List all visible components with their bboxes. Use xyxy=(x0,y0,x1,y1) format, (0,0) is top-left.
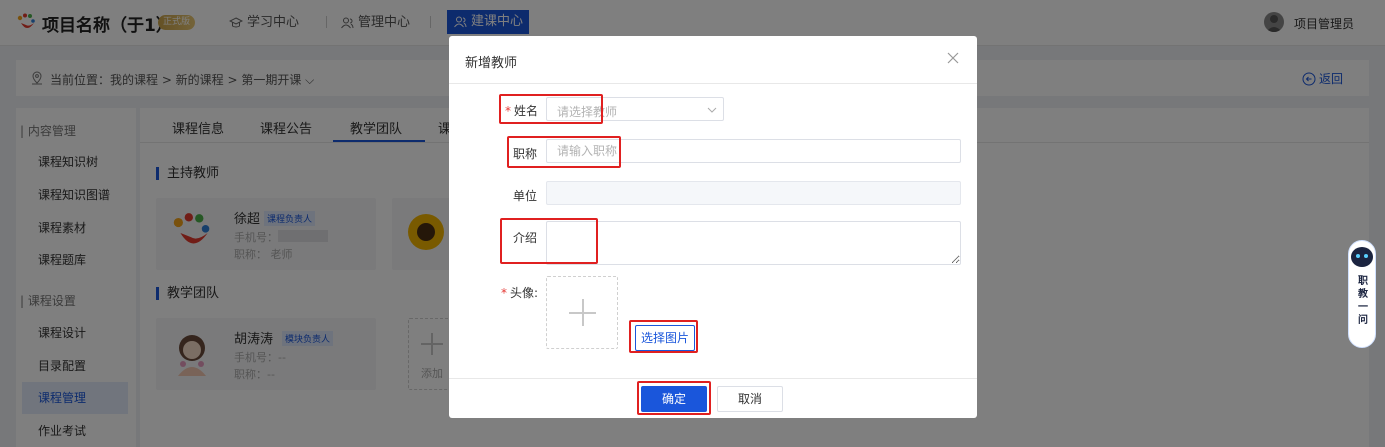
close-icon[interactable] xyxy=(947,52,959,64)
plus-icon-vertical xyxy=(582,299,584,326)
dialog-header-divider xyxy=(449,83,977,84)
intro-label: 介绍 xyxy=(513,231,538,245)
confirm-button[interactable]: 确定 xyxy=(641,386,707,412)
select-image-button[interactable]: 选择图片 xyxy=(635,325,695,351)
avatar-label: * 头像: xyxy=(501,284,538,301)
dialog-footer-divider xyxy=(449,378,977,379)
assistant-widget[interactable]: 职教一问 xyxy=(1348,240,1376,348)
unit-label: 单位 xyxy=(513,189,538,203)
dialog-title: 新增教师 xyxy=(465,56,518,71)
robot-icon xyxy=(1351,247,1373,267)
title-label: 职称 xyxy=(513,147,538,161)
assistant-label: 职教一问 xyxy=(1358,276,1368,326)
avatar-uploader[interactable] xyxy=(546,276,618,349)
required-mark: * xyxy=(505,104,511,118)
chevron-down-icon xyxy=(707,107,717,113)
teacher-select-placeholder: 请选择教师 xyxy=(557,105,618,119)
required-mark: * xyxy=(501,286,507,300)
unit-input xyxy=(546,181,961,205)
avatar-label-text: 头像: xyxy=(510,286,539,300)
title-input[interactable] xyxy=(546,139,961,163)
name-label-text: 姓名 xyxy=(514,104,539,118)
teacher-select[interactable]: 请选择教师 xyxy=(546,97,724,121)
intro-textarea[interactable] xyxy=(546,221,961,265)
name-label: * 姓名 xyxy=(505,102,538,119)
add-teacher-dialog: 新增教师 *姓名 请选择教师 职称 单位 介绍 *头像: 选择图片 确定 取消 xyxy=(449,36,977,418)
cancel-button[interactable]: 取消 xyxy=(717,386,783,412)
